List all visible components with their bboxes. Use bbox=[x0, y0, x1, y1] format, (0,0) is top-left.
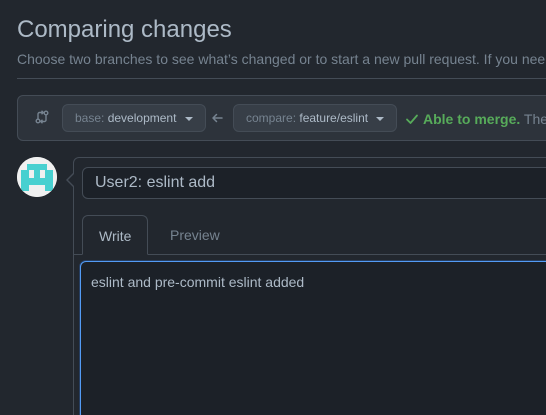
base-label: base: bbox=[75, 111, 105, 125]
identicon-avatar bbox=[17, 157, 57, 197]
avatar[interactable] bbox=[17, 157, 57, 197]
pr-title-input[interactable] bbox=[82, 167, 546, 199]
compare-value: feature/eslint bbox=[299, 111, 369, 125]
chevron-down-icon bbox=[376, 116, 385, 121]
pull-request-form: Write Preview eslint and pre-commit esli… bbox=[66, 157, 546, 415]
tab-preview[interactable]: Preview bbox=[154, 215, 236, 255]
base-branch-button[interactable]: base: development bbox=[62, 104, 206, 132]
range-editor: base: development compare: feature/eslin… bbox=[17, 95, 546, 141]
compare-branch-button[interactable]: compare: feature/eslint bbox=[233, 104, 398, 132]
compare-page: Comparing changes Choose two branches to… bbox=[0, 0, 546, 415]
base-value: development bbox=[107, 111, 177, 125]
check-icon bbox=[406, 114, 418, 124]
tab-write[interactable]: Write bbox=[82, 215, 148, 255]
page-subtitle: Choose two branches to see what’s change… bbox=[17, 51, 546, 67]
chevron-down-icon bbox=[184, 116, 193, 121]
arrow-left-icon bbox=[212, 113, 223, 123]
merge-ok-text: Able to merge. bbox=[423, 111, 521, 127]
merge-status: Able to merge. The bbox=[405, 111, 546, 127]
git-compare-icon bbox=[35, 110, 49, 124]
header-divider bbox=[17, 78, 546, 79]
pr-body-textarea[interactable]: eslint and pre-commit eslint added bbox=[80, 261, 546, 415]
merge-rest-text: The bbox=[523, 111, 546, 127]
compare-label: compare: bbox=[246, 111, 297, 125]
page-title: Comparing changes bbox=[17, 16, 232, 43]
